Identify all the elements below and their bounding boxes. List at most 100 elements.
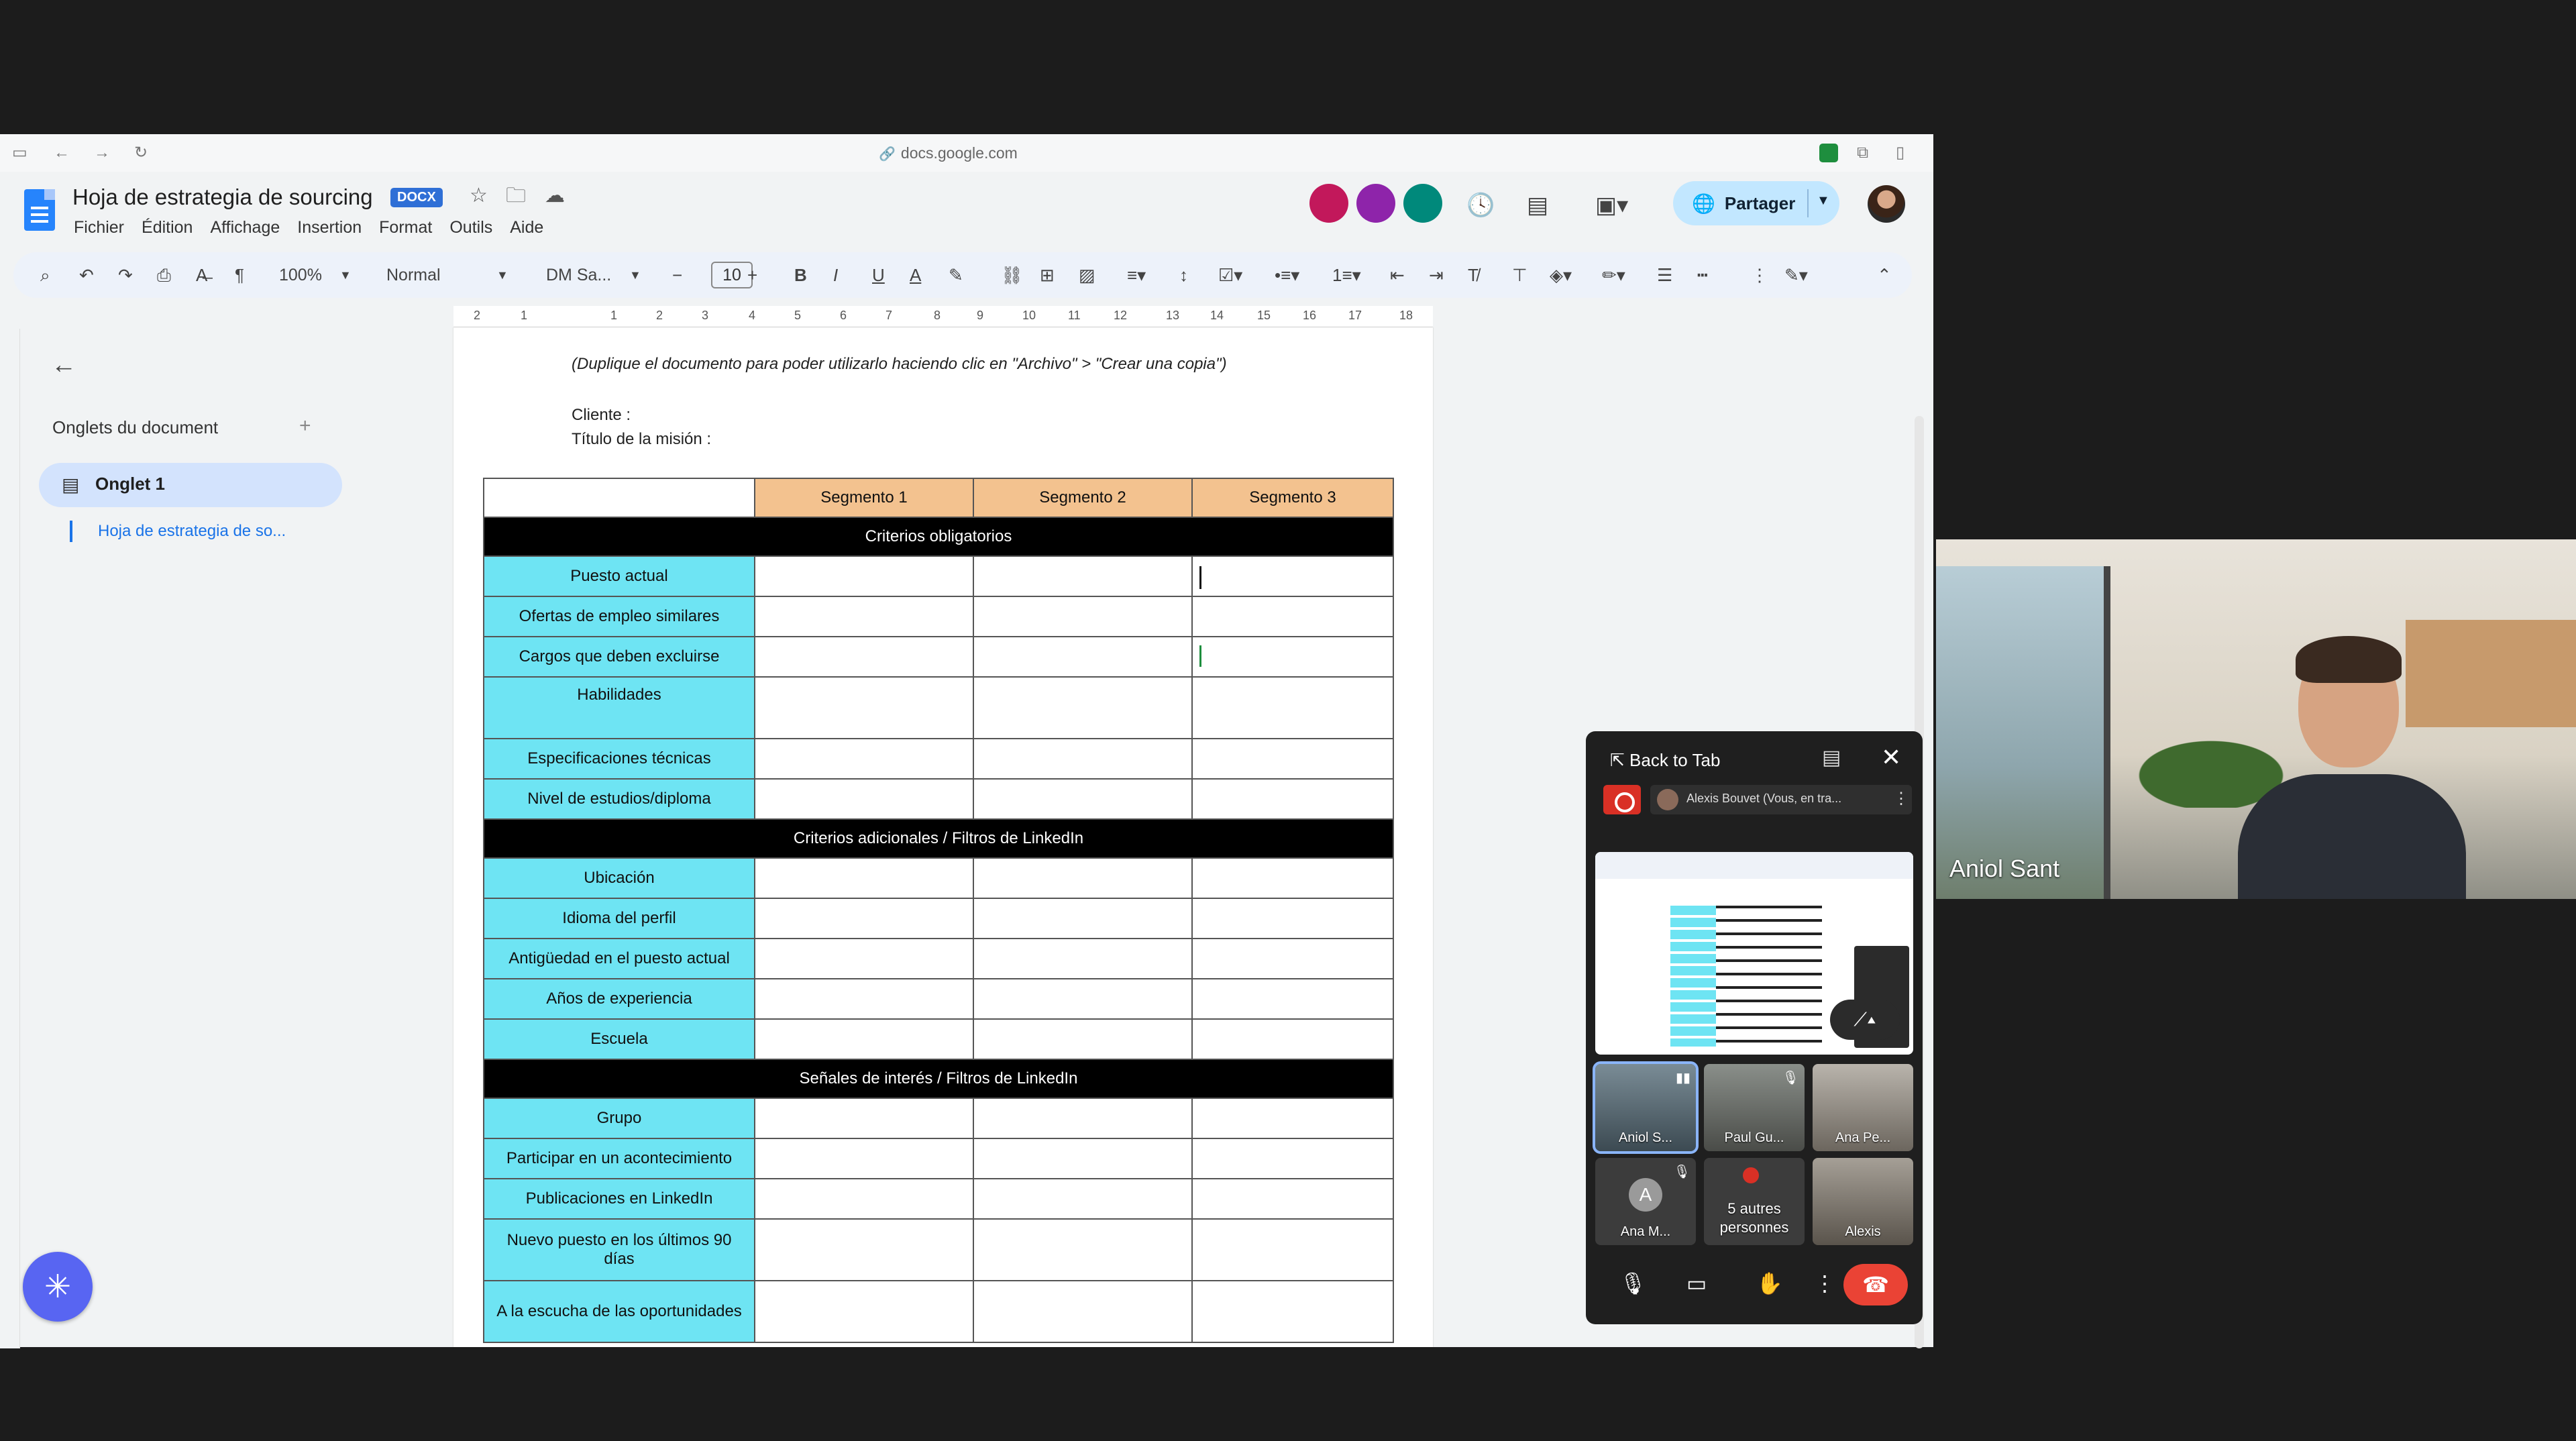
table-cell[interactable] (1191, 636, 1394, 678)
table-cell[interactable] (1191, 857, 1394, 899)
table-cell[interactable] (754, 778, 974, 820)
table-cell[interactable] (1191, 1018, 1394, 1060)
border-color-icon[interactable]: ✏▾ (1602, 264, 1625, 286)
sidebar-toggle-icon[interactable]: ▭ (12, 142, 28, 164)
table-cell[interactable] (754, 1138, 974, 1179)
add-tab-icon[interactable]: + (299, 415, 311, 437)
back-arrow-icon[interactable]: ← (54, 142, 70, 164)
bulleted-list-icon[interactable]: •≡▾ (1275, 264, 1299, 286)
reload-icon[interactable]: ↻ (134, 142, 148, 164)
table-cell[interactable] (973, 596, 1193, 637)
participant-tile[interactable]: Ana Pe... (1813, 1064, 1913, 1151)
table-format-icon[interactable]: ⊤ (1512, 264, 1527, 286)
table-cell[interactable] (754, 938, 974, 979)
segment-header[interactable]: Segmento 2 (973, 478, 1193, 518)
collaborator-avatar[interactable] (1403, 184, 1442, 223)
redo-icon[interactable]: ↷ (118, 264, 133, 286)
table-cell[interactable] (754, 898, 974, 939)
criteria-label[interactable]: Escuela (483, 1018, 755, 1060)
section-header[interactable]: Criterios obligatorios (483, 517, 1394, 557)
table-cell[interactable] (754, 596, 974, 637)
star-icon[interactable]: ☆ (470, 184, 488, 208)
collaborator-avatar[interactable] (1356, 184, 1395, 223)
criteria-label[interactable]: Ofertas de empleo similares (483, 596, 755, 637)
table-cell[interactable] (1191, 898, 1394, 939)
menu-view[interactable]: Affichage (210, 216, 280, 239)
table-cell[interactable] (973, 636, 1193, 678)
presenting-banner[interactable]: Alexis Bouvet (Vous, en tra... ⋮ (1650, 785, 1912, 814)
paint-format-icon[interactable]: ¶ (235, 264, 244, 286)
menu-format[interactable]: Format (379, 216, 432, 239)
increase-font-icon[interactable]: + (747, 264, 757, 286)
participant-tile[interactable]: Alexis (1813, 1158, 1913, 1245)
search-icon[interactable]: ⌕ (40, 264, 50, 286)
table-cell[interactable] (973, 1098, 1193, 1139)
criteria-label[interactable]: Ubicación (483, 857, 755, 899)
table-cell[interactable] (754, 1178, 974, 1220)
border-width-icon[interactable]: ☰ (1657, 264, 1672, 286)
criteria-label[interactable]: Publicaciones en LinkedIn (483, 1178, 755, 1220)
criteria-label[interactable]: Idioma del perfil (483, 898, 755, 939)
document-title[interactable]: Hoja de estrategia de sourcing (72, 182, 373, 212)
criteria-label[interactable]: Especificaciones técnicas (483, 738, 755, 780)
menu-tools[interactable]: Outils (449, 216, 492, 239)
table-cell[interactable] (973, 676, 1193, 739)
text-color-icon[interactable]: A (910, 264, 921, 286)
camera-icon[interactable]: ▭ (1686, 1271, 1707, 1296)
table-cell[interactable] (1191, 1098, 1394, 1139)
extension-icon[interactable] (1819, 144, 1838, 162)
criteria-label[interactable]: Participar en un acontecimiento (483, 1138, 755, 1179)
menu-help[interactable]: Aide (510, 216, 543, 239)
bold-icon[interactable]: B (794, 264, 807, 286)
table-cell[interactable] (754, 1098, 974, 1139)
increase-indent-icon[interactable]: ⇥ (1429, 264, 1444, 286)
move-folder-icon[interactable]: 🗀 (506, 184, 526, 208)
table-cell[interactable] (754, 857, 974, 899)
table-cell[interactable] (1191, 1178, 1394, 1220)
table-cell[interactable] (754, 978, 974, 1020)
checklist-icon[interactable]: ☑▾ (1218, 264, 1242, 286)
table-cell[interactable] (1191, 676, 1394, 739)
undo-icon[interactable]: ↶ (79, 264, 94, 286)
more-options-icon[interactable]: ⋮ (1893, 789, 1909, 808)
spellcheck-icon[interactable]: A̶ (196, 264, 207, 286)
font-select[interactable]: DM Sa... (546, 264, 611, 286)
criteria-label[interactable]: Nivel de estudios/diploma (483, 778, 755, 820)
menu-file[interactable]: Fichier (74, 216, 124, 239)
table-cell[interactable] (754, 1218, 974, 1281)
table-cell[interactable] (1191, 1280, 1394, 1343)
gemini-assistant-button[interactable]: ✳ (23, 1252, 93, 1322)
more-options-icon[interactable]: ⋮ (1751, 264, 1768, 286)
sidebar-right-icon[interactable]: ▯ (1896, 142, 1904, 164)
underline-icon[interactable]: U (872, 264, 885, 286)
table-cell[interactable] (973, 1018, 1193, 1060)
border-dash-icon[interactable]: ┅ (1697, 264, 1708, 286)
chat-icon[interactable]: ▤ (1822, 746, 1841, 769)
extensions-icon[interactable]: ⧉ (1857, 142, 1868, 164)
docs-logo-icon[interactable] (24, 189, 55, 231)
vertical-ruler[interactable] (0, 329, 20, 1348)
table-cell[interactable] (754, 738, 974, 780)
table-cell[interactable] (1191, 738, 1394, 780)
tab-onglet-1[interactable]: ▤ Onglet 1 (39, 463, 342, 507)
table-cell[interactable] (973, 1280, 1193, 1343)
table-cell[interactable] (1191, 1138, 1394, 1179)
document-page[interactable]: (Duplique el documento para poder utiliz… (453, 327, 1433, 1347)
table-cell[interactable] (1191, 596, 1394, 637)
user-avatar[interactable] (1868, 185, 1905, 223)
link-icon[interactable]: ⛓ (1001, 264, 1023, 286)
criteria-label[interactable]: Puesto actual (483, 555, 755, 597)
table-cell[interactable] (973, 738, 1193, 780)
cloud-status-icon[interactable]: ☁ (545, 184, 565, 208)
numbered-list-icon[interactable]: 1≡▾ (1332, 264, 1361, 286)
section-header[interactable]: Señales de interés / Filtros de LinkedIn (483, 1059, 1394, 1099)
back-to-tab-button[interactable]: ⇱ Back to Tab (1610, 749, 1720, 771)
clear-formatting-icon[interactable]: T̸ (1468, 264, 1479, 286)
unpin-button[interactable]: ⟋▴ (1830, 1000, 1900, 1040)
table-cell[interactable] (973, 898, 1193, 939)
criteria-label[interactable]: Habilidades (483, 676, 755, 739)
table-cell[interactable] (754, 1280, 974, 1343)
participant-tile[interactable]: ▮▮ Aniol S... (1593, 1061, 1699, 1154)
table-cell[interactable] (1191, 978, 1394, 1020)
collapse-toolbar-icon[interactable]: ⌃ (1877, 264, 1892, 286)
